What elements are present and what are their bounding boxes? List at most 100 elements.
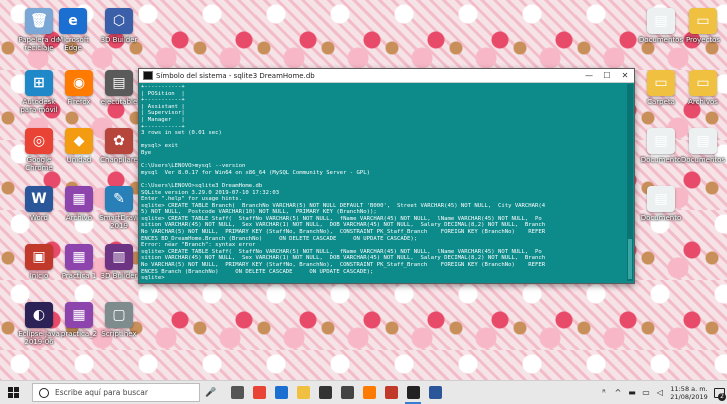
console-line: ENCES BD_DreamHome.Branch (BranchNo) ON … [141, 235, 418, 242]
desktop-icon[interactable]: ▥ 3D Builder [96, 244, 142, 280]
taskbar-app-button[interactable] [380, 381, 402, 404]
console-line: Error: near "Branch": syntax error [141, 242, 256, 249]
console-output[interactable]: +-----------+ | POSition | +-----------+ | … [141, 84, 625, 281]
console-line: No VARCHAR(5) NOT NULL, PRIMARY KEY (Sta… [141, 262, 546, 269]
microphone-icon[interactable]: 🎤 [200, 388, 222, 398]
desktop-icon-image: ✎ [105, 186, 133, 212]
desktop-icon-image: ▢ [105, 302, 133, 328]
desktop-icon-image: ▦ [65, 186, 93, 212]
console-line: sition VARCHAR(45) NOT NULL, Sex VARCHAR… [141, 255, 546, 262]
action-center-button[interactable]: 2 [711, 381, 727, 404]
desktop-icon-image: ⬡ [105, 8, 133, 34]
desktop-icon-image: ◉ [65, 70, 93, 96]
tray-person-icon[interactable]: ᴿ [597, 388, 611, 397]
tray-battery-icon[interactable]: ▬ [625, 388, 639, 397]
desktop-icon-image: ◆ [65, 128, 93, 154]
desktop-icon-image: ▦ [65, 302, 93, 328]
taskbar-app-button[interactable] [292, 381, 314, 404]
app-icon [428, 386, 442, 399]
desktop-icon[interactable]: ▢ Script.hex [96, 302, 142, 338]
firefox-icon [362, 386, 376, 399]
scrollbar-thumb[interactable] [628, 239, 632, 279]
taskbar-app-button[interactable] [336, 381, 358, 404]
desktop-icon-image: ✿ [105, 128, 133, 154]
desktop-icon-image: ▥ [105, 244, 133, 270]
console-line: sqlite> CREATE TABLE Staff( StaffNo VARC… [141, 215, 542, 222]
taskbar-apps [226, 381, 446, 404]
taskbar: Escribe aquí para buscar 🎤 ᴿ ^ ▬ ▭ ◁ 11:… [0, 380, 727, 404]
desktop-icon-image: ◎ [25, 128, 53, 154]
taskbar-search-box[interactable]: Escribe aquí para buscar [32, 383, 200, 402]
desktop-icon-label: 3D Builder [100, 36, 138, 44]
desktop-icon[interactable]: ▤ ejecutable [96, 70, 142, 106]
taskbar-app-button[interactable] [314, 381, 336, 404]
close-button[interactable]: ✕ [616, 71, 634, 80]
console-line: No VARCHAR(5) NOT NULL, PRIMARY KEY (Sta… [141, 229, 546, 236]
desktop-icon[interactable]: ▭ Archivos [680, 70, 726, 106]
desktop-icon[interactable]: ▤ Documentos [638, 8, 684, 44]
window-titlebar[interactable]: Símbolo del sistema - sqlite3 DreamHome.… [139, 69, 634, 83]
console-line: +-----------+ [141, 97, 185, 104]
desktop-icon[interactable]: ▭ Carpeta [638, 70, 684, 106]
desktop-icon-image: ▤ [647, 128, 675, 154]
console-scrollbar[interactable] [627, 84, 633, 281]
taskbar-app-button[interactable] [358, 381, 380, 404]
cmd-icon [143, 71, 153, 80]
desktop-icon[interactable]: ✎ SmartDraw 2019 [96, 186, 142, 230]
edge-icon [274, 386, 288, 399]
start-button[interactable] [0, 381, 26, 404]
window-title: Símbolo del sistema - sqlite3 DreamHome.… [156, 71, 315, 80]
desktop-icon[interactable]: e Microsoft Edge [50, 8, 96, 52]
desktop-icon-image: ▤ [647, 186, 675, 212]
maximize-button[interactable]: ☐ [598, 71, 616, 80]
desktop-icon[interactable]: ▤ Documentos [680, 128, 726, 164]
tray-volume-icon[interactable]: ◁ [653, 388, 667, 397]
console-line: | Manager | [141, 116, 185, 123]
console-line: Enter ".help" for usage hints. [141, 196, 243, 203]
minimize-button[interactable]: — [580, 71, 598, 80]
desktop-icon-image: e [59, 8, 87, 34]
console-line: mysql> exit [141, 143, 179, 150]
desktop-icon-label: Carpeta [647, 98, 675, 106]
clock-date: 21/08/2019 [670, 392, 708, 401]
console-line: | POSition | [141, 90, 185, 97]
console-line: | Assistant | [141, 103, 185, 110]
taskbar-app-button[interactable] [226, 381, 248, 404]
desktop-icon[interactable]: ▤ Documento [638, 186, 684, 222]
desktop-icon-image: 🗑 [25, 8, 53, 34]
desktop-icon-image: ▦ [65, 244, 93, 270]
desktop-icon-label: ejecutable [100, 98, 138, 106]
desktop-icon[interactable]: ▤ Documento [638, 128, 684, 164]
console-line: C:\Users\LENOVO>mysql --version [141, 163, 246, 170]
desktop-icon-label: Documentos [638, 36, 684, 44]
desktop-icon-label: Chanpilare [100, 156, 138, 164]
taskbar-app-button[interactable] [248, 381, 270, 404]
terminal-icon [406, 386, 420, 399]
console-line: SQLite version 3.29.0 2019-07-10 17:32:0… [141, 189, 280, 196]
tray-chevron-up-icon[interactable]: ^ [611, 388, 625, 397]
desktop-icon-label: Archivos [688, 98, 718, 106]
console-line: sqlite> CREATE TABLE Staff( StaffNo VARC… [141, 248, 542, 255]
taskbar-app-button[interactable] [402, 381, 424, 404]
console-line: 5) NOT NULL, Postcode VARCHAR(10) NOT NU… [141, 209, 377, 216]
desktop-icon[interactable]: ⬡ 3D Builder [96, 8, 142, 44]
command-prompt-window[interactable]: Símbolo del sistema - sqlite3 DreamHome.… [138, 68, 635, 284]
taskbar-clock[interactable]: 11:58 a. m. 21/08/2019 [667, 385, 711, 401]
taskbar-app-button[interactable] [424, 381, 446, 404]
console-line: +-----------+ [141, 123, 185, 130]
desktop-icon[interactable]: ▭ Proyectos [680, 8, 726, 44]
desktop-icon-image: ▭ [689, 70, 717, 96]
console-line: sqlite> [141, 275, 165, 281]
desktop-icon-label: 3D Builder [100, 272, 138, 280]
taskbar-app-button[interactable] [270, 381, 292, 404]
desktop-icon[interactable]: ✿ Chanpilare [96, 128, 142, 164]
console-line: sition VARCHAR(45) NOT NULL, Sex VARCHAR… [141, 222, 546, 229]
desktop-icon-image: ◐ [25, 302, 53, 328]
task-view-icon [230, 386, 244, 399]
desktop-icon-label: Script.hex [101, 330, 137, 338]
tray-network-icon[interactable]: ▭ [639, 388, 653, 397]
clock-time: 11:58 a. m. [670, 384, 708, 393]
app-icon [384, 386, 398, 399]
